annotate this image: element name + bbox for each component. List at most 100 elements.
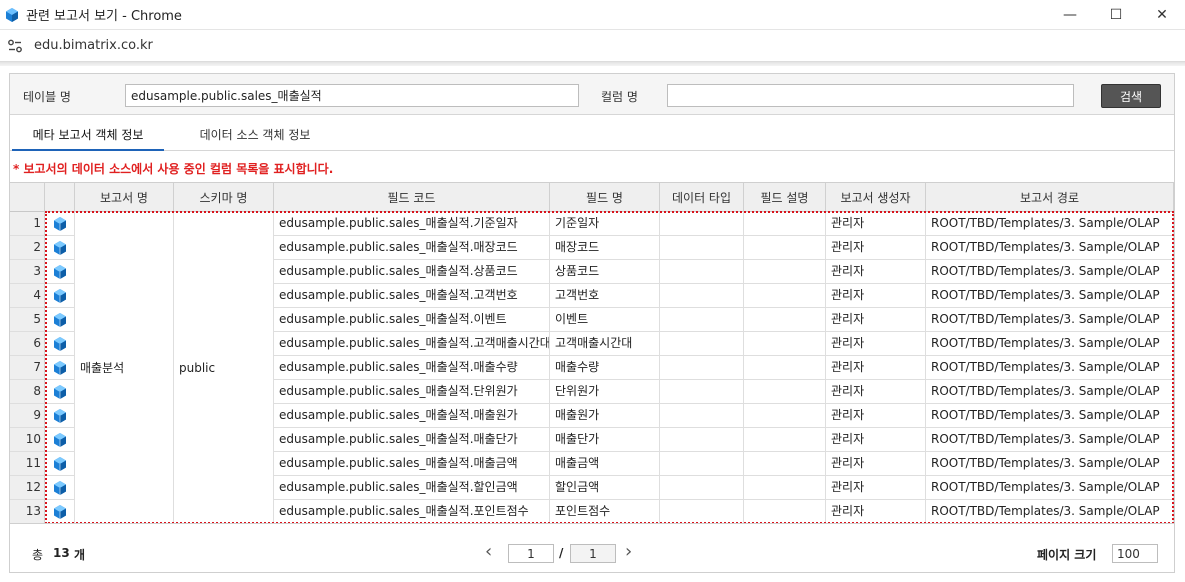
grid-header-field-code[interactable]: 필드 코드 xyxy=(274,183,550,212)
grid-header-field-name[interactable]: 필드 명 xyxy=(550,183,660,212)
minimize-button[interactable]: — xyxy=(1047,0,1093,30)
cell-creator[interactable]: 관리자 xyxy=(826,476,926,500)
cell-field-code[interactable]: edusample.public.sales_매출실적.매출단가 xyxy=(274,428,550,452)
maximize-button[interactable]: ☐ xyxy=(1093,0,1139,30)
cell-field-name[interactable]: 기준일자 xyxy=(550,212,660,236)
cell-data-type[interactable] xyxy=(660,212,744,236)
cell-field-code[interactable]: edusample.public.sales_매출실적.매장코드 xyxy=(274,236,550,260)
tab-data-source[interactable]: 데이터 소스 객체 정보 xyxy=(170,121,340,151)
cell-field-name[interactable]: 단위원가 xyxy=(550,380,660,404)
row-report-icon[interactable] xyxy=(45,500,75,523)
cell-data-type[interactable] xyxy=(660,380,744,404)
row-report-icon[interactable] xyxy=(45,284,75,308)
row-report-icon[interactable] xyxy=(45,476,75,500)
cell-field-code[interactable]: edusample.public.sales_매출실적.포인트점수 xyxy=(274,500,550,523)
cell-field-code[interactable]: edusample.public.sales_매출실적.고객매출시간대 xyxy=(274,332,550,356)
row-report-icon[interactable] xyxy=(45,332,75,356)
page-size-input[interactable] xyxy=(1112,544,1158,563)
cell-field-name[interactable]: 매출원가 xyxy=(550,404,660,428)
tab-meta-report[interactable]: 메타 보고서 객체 정보 xyxy=(12,121,164,151)
cell-field-code[interactable]: edusample.public.sales_매출실적.기준일자 xyxy=(274,212,550,236)
cell-field-desc[interactable] xyxy=(744,404,826,428)
prev-page-icon[interactable]: ‹ xyxy=(485,541,492,562)
cell-field-name[interactable]: 상품코드 xyxy=(550,260,660,284)
cell-report-path[interactable]: ROOT/TBD/Templates/3. Sample/OLAP xyxy=(926,500,1174,523)
grid-header-field-desc[interactable]: 필드 설명 xyxy=(744,183,826,212)
cell-field-desc[interactable] xyxy=(744,380,826,404)
cell-field-name[interactable]: 매출단가 xyxy=(550,428,660,452)
cell-report-path[interactable]: ROOT/TBD/Templates/3. Sample/OLAP xyxy=(926,332,1174,356)
row-report-icon[interactable] xyxy=(45,260,75,284)
cell-data-type[interactable] xyxy=(660,428,744,452)
cell-data-type[interactable] xyxy=(660,260,744,284)
cell-field-code[interactable]: edusample.public.sales_매출실적.할인금액 xyxy=(274,476,550,500)
cell-report-path[interactable]: ROOT/TBD/Templates/3. Sample/OLAP xyxy=(926,260,1174,284)
table-name-input[interactable] xyxy=(125,84,579,107)
cell-field-code[interactable]: edusample.public.sales_매출실적.고객번호 xyxy=(274,284,550,308)
close-button[interactable]: ✕ xyxy=(1139,0,1185,30)
cell-field-desc[interactable] xyxy=(744,356,826,380)
cell-field-name[interactable]: 매출수량 xyxy=(550,356,660,380)
cell-field-name[interactable]: 매장코드 xyxy=(550,236,660,260)
cell-report-path[interactable]: ROOT/TBD/Templates/3. Sample/OLAP xyxy=(926,284,1174,308)
cell-field-code[interactable]: edusample.public.sales_매출실적.단위원가 xyxy=(274,380,550,404)
cell-creator[interactable]: 관리자 xyxy=(826,260,926,284)
cell-data-type[interactable] xyxy=(660,404,744,428)
cell-data-type[interactable] xyxy=(660,236,744,260)
cell-field-name[interactable]: 이벤트 xyxy=(550,308,660,332)
cell-data-type[interactable] xyxy=(660,356,744,380)
grid-header-creator[interactable]: 보고서 생성자 xyxy=(826,183,926,212)
cell-creator[interactable]: 관리자 xyxy=(826,308,926,332)
cell-creator[interactable]: 관리자 xyxy=(826,212,926,236)
row-report-icon[interactable] xyxy=(45,404,75,428)
cell-field-code[interactable]: edusample.public.sales_매출실적.상품코드 xyxy=(274,260,550,284)
cell-field-code[interactable]: edusample.public.sales_매출실적.이벤트 xyxy=(274,308,550,332)
cell-report-path[interactable]: ROOT/TBD/Templates/3. Sample/OLAP xyxy=(926,452,1174,476)
cell-report-path[interactable]: ROOT/TBD/Templates/3. Sample/OLAP xyxy=(926,308,1174,332)
cell-field-name[interactable]: 매출금액 xyxy=(550,452,660,476)
cell-creator[interactable]: 관리자 xyxy=(826,356,926,380)
cell-data-type[interactable] xyxy=(660,332,744,356)
cell-creator[interactable]: 관리자 xyxy=(826,452,926,476)
cell-field-desc[interactable] xyxy=(744,452,826,476)
address-url[interactable]: edu.bimatrix.co.kr xyxy=(34,38,153,53)
cell-report-path[interactable]: ROOT/TBD/Templates/3. Sample/OLAP xyxy=(926,428,1174,452)
current-page-input[interactable] xyxy=(508,544,554,563)
cell-creator[interactable]: 관리자 xyxy=(826,332,926,356)
cell-data-type[interactable] xyxy=(660,308,744,332)
cell-field-name[interactable]: 포인트점수 xyxy=(550,500,660,523)
cell-field-code[interactable]: edusample.public.sales_매출실적.매출수량 xyxy=(274,356,550,380)
row-report-icon[interactable] xyxy=(45,308,75,332)
site-settings-icon[interactable] xyxy=(7,38,23,54)
cell-report-path[interactable]: ROOT/TBD/Templates/3. Sample/OLAP xyxy=(926,476,1174,500)
cell-creator[interactable]: 관리자 xyxy=(826,500,926,523)
cell-field-desc[interactable] xyxy=(744,284,826,308)
grid-header-report-path[interactable]: 보고서 경로 xyxy=(926,183,1174,212)
column-name-input[interactable] xyxy=(667,84,1074,107)
row-report-icon[interactable] xyxy=(45,212,75,236)
grid-header-schema-name[interactable]: 스키마 명 xyxy=(174,183,274,212)
cell-field-code[interactable]: edusample.public.sales_매출실적.매출금액 xyxy=(274,452,550,476)
cell-report-path[interactable]: ROOT/TBD/Templates/3. Sample/OLAP xyxy=(926,356,1174,380)
row-report-icon[interactable] xyxy=(45,428,75,452)
row-report-icon[interactable] xyxy=(45,380,75,404)
merged-schema-name[interactable]: public xyxy=(174,212,274,523)
cell-creator[interactable]: 관리자 xyxy=(826,380,926,404)
row-report-icon[interactable] xyxy=(45,236,75,260)
grid-header-report-name[interactable]: 보고서 명 xyxy=(75,183,174,212)
merged-report-name[interactable]: 매출분석 xyxy=(75,212,174,523)
search-button[interactable]: 검색 xyxy=(1101,84,1161,108)
cell-report-path[interactable]: ROOT/TBD/Templates/3. Sample/OLAP xyxy=(926,212,1174,236)
cell-report-path[interactable]: ROOT/TBD/Templates/3. Sample/OLAP xyxy=(926,236,1174,260)
cell-field-desc[interactable] xyxy=(744,428,826,452)
cell-data-type[interactable] xyxy=(660,284,744,308)
cell-creator[interactable]: 관리자 xyxy=(826,404,926,428)
cell-field-code[interactable]: edusample.public.sales_매출실적.매출원가 xyxy=(274,404,550,428)
cell-data-type[interactable] xyxy=(660,500,744,523)
cell-data-type[interactable] xyxy=(660,476,744,500)
cell-field-desc[interactable] xyxy=(744,476,826,500)
cell-field-name[interactable]: 할인금액 xyxy=(550,476,660,500)
next-page-icon[interactable]: › xyxy=(625,541,632,562)
cell-report-path[interactable]: ROOT/TBD/Templates/3. Sample/OLAP xyxy=(926,380,1174,404)
cell-creator[interactable]: 관리자 xyxy=(826,284,926,308)
